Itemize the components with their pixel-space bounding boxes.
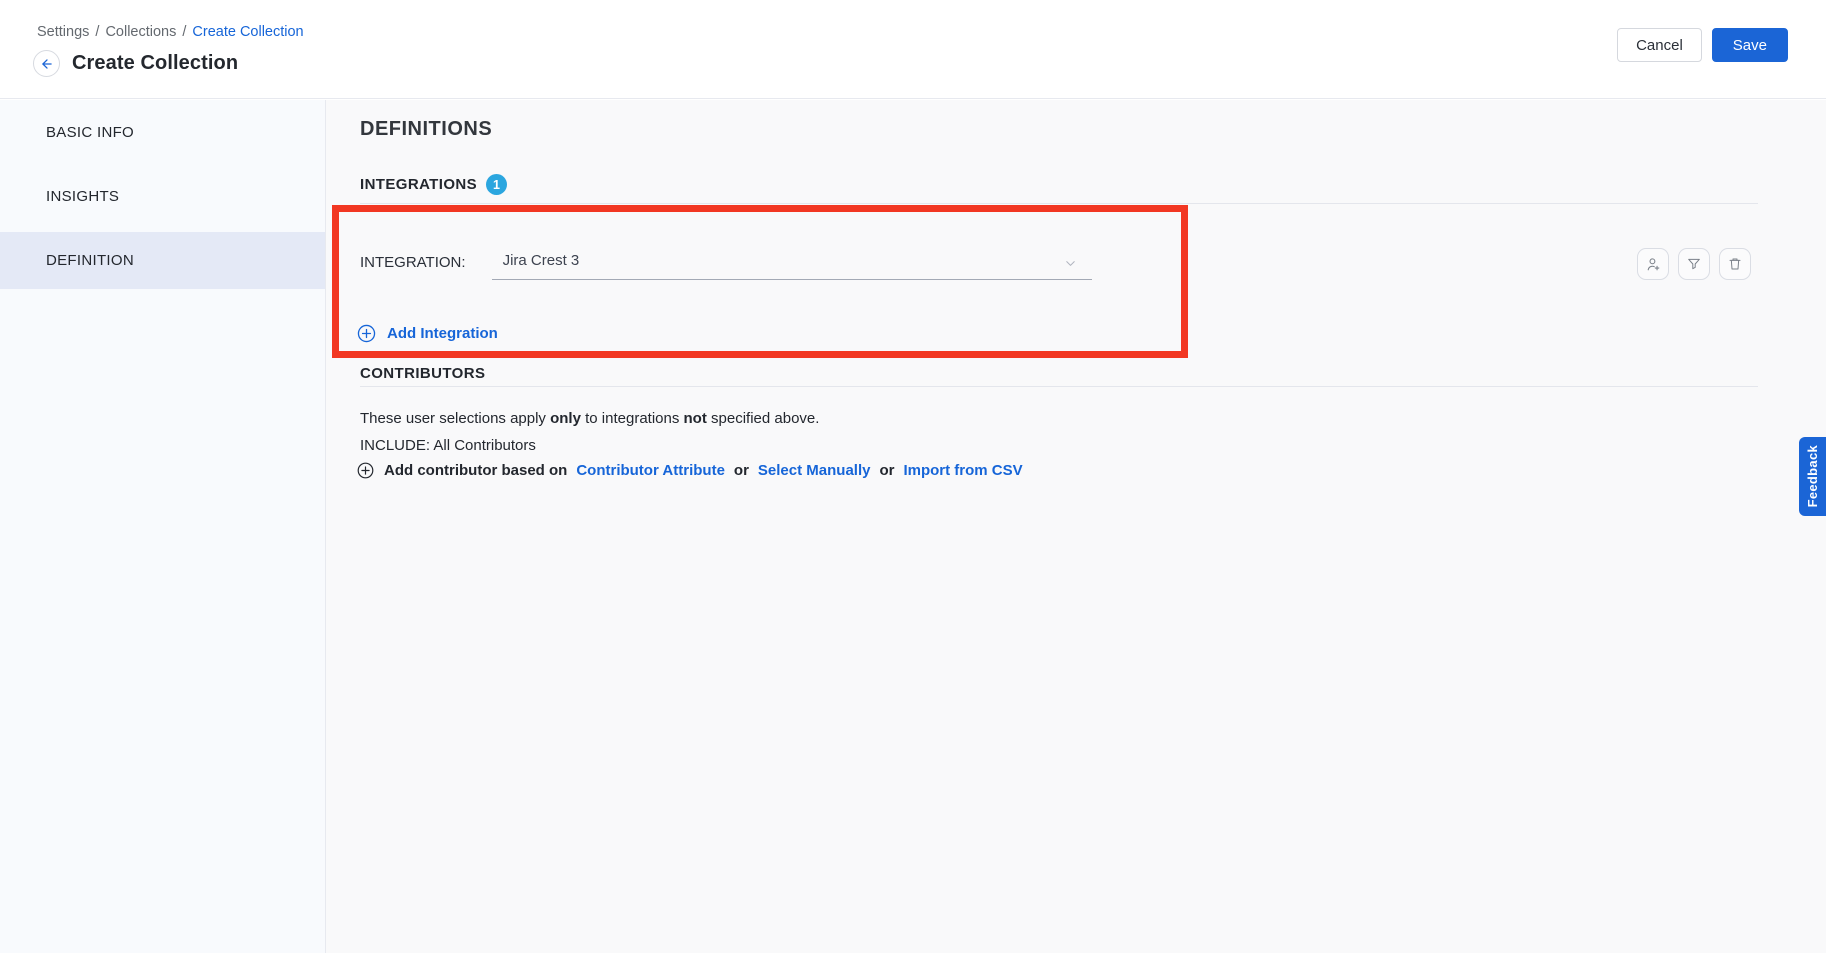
plus-circle-icon: [356, 323, 377, 344]
contributor-attribute-link[interactable]: Contributor Attribute: [576, 462, 725, 479]
divider: [360, 386, 1758, 387]
breadcrumb-settings[interactable]: Settings: [37, 24, 89, 40]
import-from-csv-link[interactable]: Import from CSV: [903, 462, 1022, 479]
integrations-section-label: INTEGRATIONS: [360, 176, 477, 193]
or-text: or: [879, 462, 894, 479]
filter-icon: [1686, 256, 1702, 272]
integration-field-label: INTEGRATION:: [360, 248, 466, 271]
chevron-down-icon: [1063, 256, 1078, 271]
contributors-section-label: CONTRIBUTORS: [360, 365, 485, 382]
delete-button[interactable]: [1719, 248, 1751, 280]
breadcrumb-separator: /: [95, 24, 99, 40]
sidebar-item-basic-info[interactable]: BASIC INFO: [0, 104, 325, 161]
plus-circle-icon: [356, 461, 375, 480]
add-integration-label: Add Integration: [387, 325, 498, 342]
integration-select-value: Jira Crest 3: [503, 252, 580, 269]
sidebar-item-label: BASIC INFO: [46, 124, 134, 141]
note-text: These user selections apply: [360, 410, 550, 427]
note-bold: not: [684, 410, 707, 427]
trash-icon: [1727, 256, 1743, 272]
breadcrumb-separator: /: [182, 24, 186, 40]
note-bold: only: [550, 410, 581, 427]
add-user-icon: [1645, 256, 1662, 273]
note-text: to integrations: [581, 410, 684, 427]
include-all-contributors-line: INCLUDE: All Contributors: [360, 437, 536, 454]
divider: [360, 203, 1758, 204]
sidebar-item-label: INSIGHTS: [46, 188, 119, 205]
page-header: Settings / Collections / Create Collecti…: [0, 0, 1826, 99]
sidebar-item-definition[interactable]: DEFINITION: [0, 232, 325, 289]
breadcrumb: Settings / Collections / Create Collecti…: [37, 24, 304, 40]
sidebar-item-label: DEFINITION: [46, 252, 134, 269]
integration-select[interactable]: Jira Crest 3: [492, 248, 1092, 280]
back-button[interactable]: [33, 50, 60, 77]
feedback-tab-label: Feedback: [1805, 445, 1820, 507]
sidebar-item-insights[interactable]: INSIGHTS: [0, 168, 325, 225]
settings-sidebar: BASIC INFO INSIGHTS DEFINITION: [0, 100, 326, 953]
breadcrumb-create-collection[interactable]: Create Collection: [192, 24, 303, 40]
save-button[interactable]: Save: [1712, 28, 1788, 62]
select-manually-link[interactable]: Select Manually: [758, 462, 871, 479]
integrations-count-badge: 1: [486, 174, 507, 195]
add-contributor-row: Add contributor based on Contributor Att…: [356, 461, 1023, 480]
cancel-button[interactable]: Cancel: [1617, 28, 1702, 62]
breadcrumb-collections[interactable]: Collections: [105, 24, 176, 40]
definition-panel: DEFINITIONS INTEGRATIONS 1 INTEGRATION: …: [326, 100, 1826, 953]
contributors-note: These user selections apply only to inte…: [360, 410, 819, 427]
page-title: Create Collection: [72, 52, 238, 75]
feedback-tab[interactable]: Feedback: [1799, 437, 1826, 516]
arrow-left-icon: [40, 57, 54, 71]
definitions-heading: DEFINITIONS: [360, 118, 492, 141]
note-text: specified above.: [707, 410, 820, 427]
add-user-button[interactable]: [1637, 248, 1669, 280]
add-contributor-prefix: Add contributor based on: [384, 462, 567, 479]
or-text: or: [734, 462, 749, 479]
add-integration-link[interactable]: Add Integration: [356, 323, 498, 344]
filter-button[interactable]: [1678, 248, 1710, 280]
